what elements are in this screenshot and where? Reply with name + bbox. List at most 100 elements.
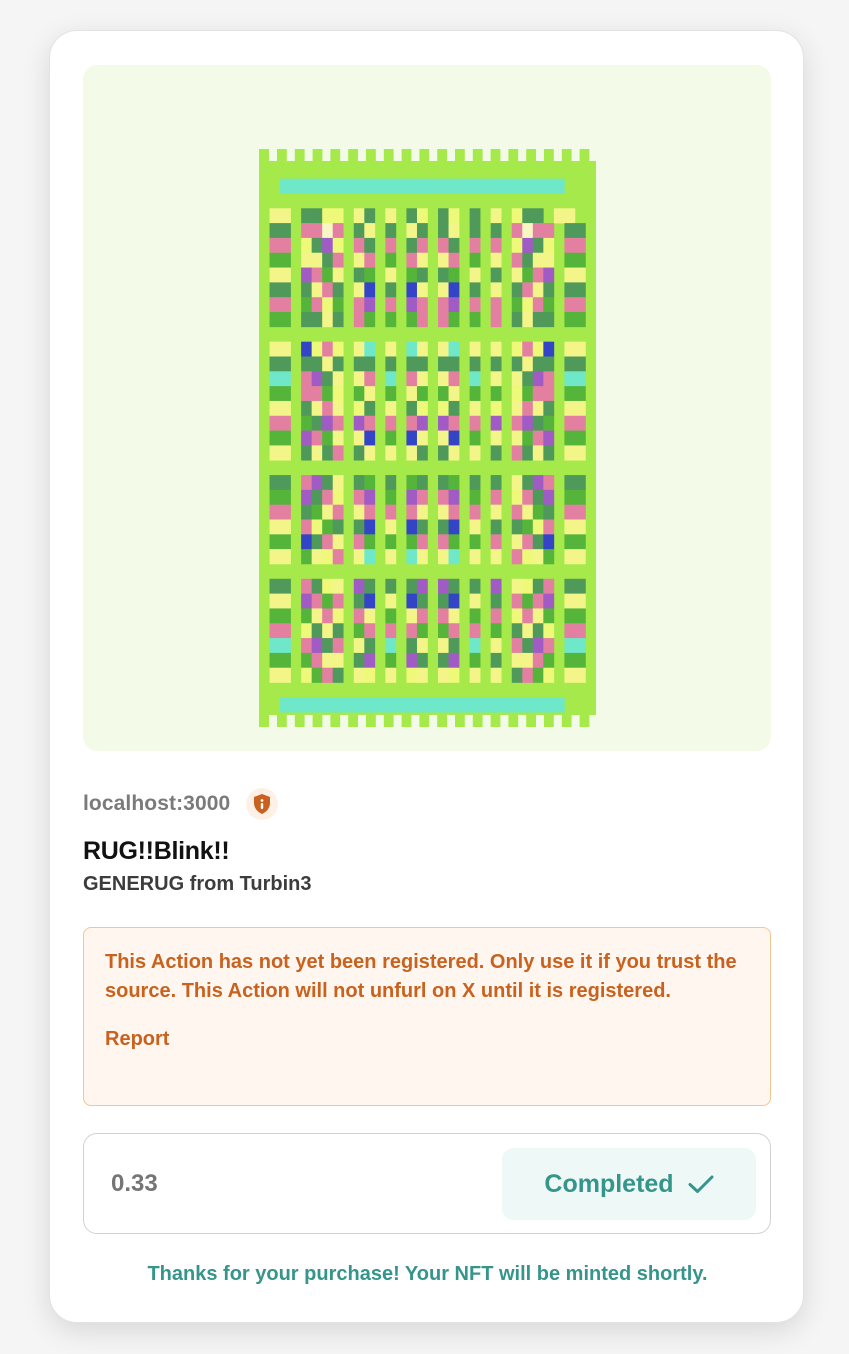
rug-pixel — [501, 178, 513, 194]
rug-pixel — [416, 356, 428, 372]
rug-pixel — [332, 697, 344, 713]
rug-pixel — [406, 549, 418, 565]
rug-pixel — [438, 638, 449, 654]
rug-pixel — [511, 623, 523, 639]
rug-pixel — [532, 475, 544, 491]
rug-pixel — [416, 652, 428, 669]
domain-link[interactable]: localhost:3000 — [83, 792, 230, 816]
rug-pixel — [574, 223, 586, 239]
rug-pixel — [511, 356, 523, 372]
rug-pixel — [438, 667, 449, 683]
rug-pixel — [438, 623, 449, 639]
rug-pixel — [490, 237, 502, 254]
rug-pixel — [469, 667, 481, 683]
rug-pixel — [269, 252, 281, 268]
rug-pixel — [301, 667, 312, 683]
rug-pixel — [269, 638, 281, 654]
rug-pixel — [490, 652, 502, 669]
rug-pixel — [290, 178, 302, 194]
rug-pixel — [269, 623, 281, 639]
fringe-notch — [340, 149, 349, 161]
rug-pixel — [522, 623, 534, 639]
rug-pixel — [311, 489, 323, 505]
rug-pixel — [469, 475, 481, 491]
rug-pixel — [395, 697, 407, 713]
rug-pixel — [385, 386, 397, 402]
rug-pixel — [532, 638, 544, 654]
rug-pixel — [269, 400, 281, 417]
rug-pixel — [490, 475, 502, 491]
rug-pixel — [311, 430, 323, 446]
rug-pixel — [543, 652, 555, 669]
rug-pixel — [301, 341, 312, 357]
rug-pixel — [469, 430, 481, 446]
rug-pixel — [385, 667, 397, 683]
rug-pixel — [322, 445, 334, 461]
rug-pixel — [311, 534, 323, 550]
rug-pixel — [469, 489, 481, 505]
rug-pixel — [311, 504, 323, 520]
rug-pixel — [543, 341, 555, 357]
fringe-notch — [553, 715, 562, 727]
rug-pixel — [311, 237, 323, 254]
rug-pixel — [564, 252, 576, 268]
completed-button[interactable]: Completed — [502, 1148, 756, 1220]
rug-pixel — [490, 400, 502, 417]
report-link[interactable]: Report — [105, 1028, 169, 1051]
rug-pixel — [522, 297, 534, 313]
rug-pixel — [364, 341, 376, 357]
fringe-notch — [482, 149, 491, 161]
rug-pixel — [522, 267, 534, 283]
rug-pixel — [322, 178, 334, 194]
rug-pixel — [511, 504, 523, 520]
rug-pixel — [332, 178, 344, 194]
rug-pixel — [543, 578, 555, 594]
rug-pixel — [511, 371, 523, 387]
rug-pixel — [406, 445, 418, 461]
rug-pixel — [490, 430, 502, 446]
rug-pixel — [269, 208, 281, 224]
rug-pixel — [574, 593, 586, 609]
rug-pixel — [332, 638, 344, 654]
rug-pixel — [448, 489, 460, 505]
amount-input[interactable] — [111, 1164, 491, 1204]
rug-pixel — [406, 356, 418, 372]
rug-pixel — [311, 341, 323, 357]
rug-pixel — [532, 237, 544, 254]
rug-pixel — [301, 638, 312, 654]
rug-pixel — [438, 386, 449, 402]
rug-pixel — [574, 252, 586, 268]
rug-pixel — [438, 608, 449, 624]
rug-pixel — [564, 208, 576, 224]
rug-pixel — [269, 223, 281, 239]
rug-pixel — [353, 297, 365, 313]
fringe-notch — [286, 715, 295, 727]
rug-pixel — [269, 475, 281, 491]
rug-pixel — [353, 267, 365, 283]
rug-pixel — [364, 415, 376, 431]
rug-pixel — [490, 297, 502, 313]
rug-pixel — [553, 697, 565, 713]
shield-info-icon[interactable] — [246, 788, 279, 820]
fringe-notch — [447, 149, 455, 161]
rug-pixel — [311, 386, 323, 402]
rug-pixel — [385, 267, 397, 283]
rug-pixel — [564, 312, 576, 328]
rug-pixel — [532, 312, 544, 328]
rug-pixel — [322, 356, 334, 372]
rug-pixel — [332, 312, 344, 328]
rug-pixel — [301, 312, 312, 328]
rug-pixel — [574, 519, 586, 535]
rug-pixel — [406, 608, 418, 624]
rug-pixel — [343, 697, 355, 713]
rug-pixel — [522, 252, 534, 268]
rug-pixel — [269, 297, 281, 313]
rug-pixel — [490, 178, 502, 194]
rug-pixel — [574, 652, 586, 669]
rug-pixel — [416, 623, 428, 639]
rug-pixel — [364, 475, 376, 491]
rug-pixel — [469, 282, 481, 298]
rug-pixel — [469, 445, 481, 461]
rug-pixel — [490, 667, 502, 683]
rug-pixel — [564, 504, 576, 520]
